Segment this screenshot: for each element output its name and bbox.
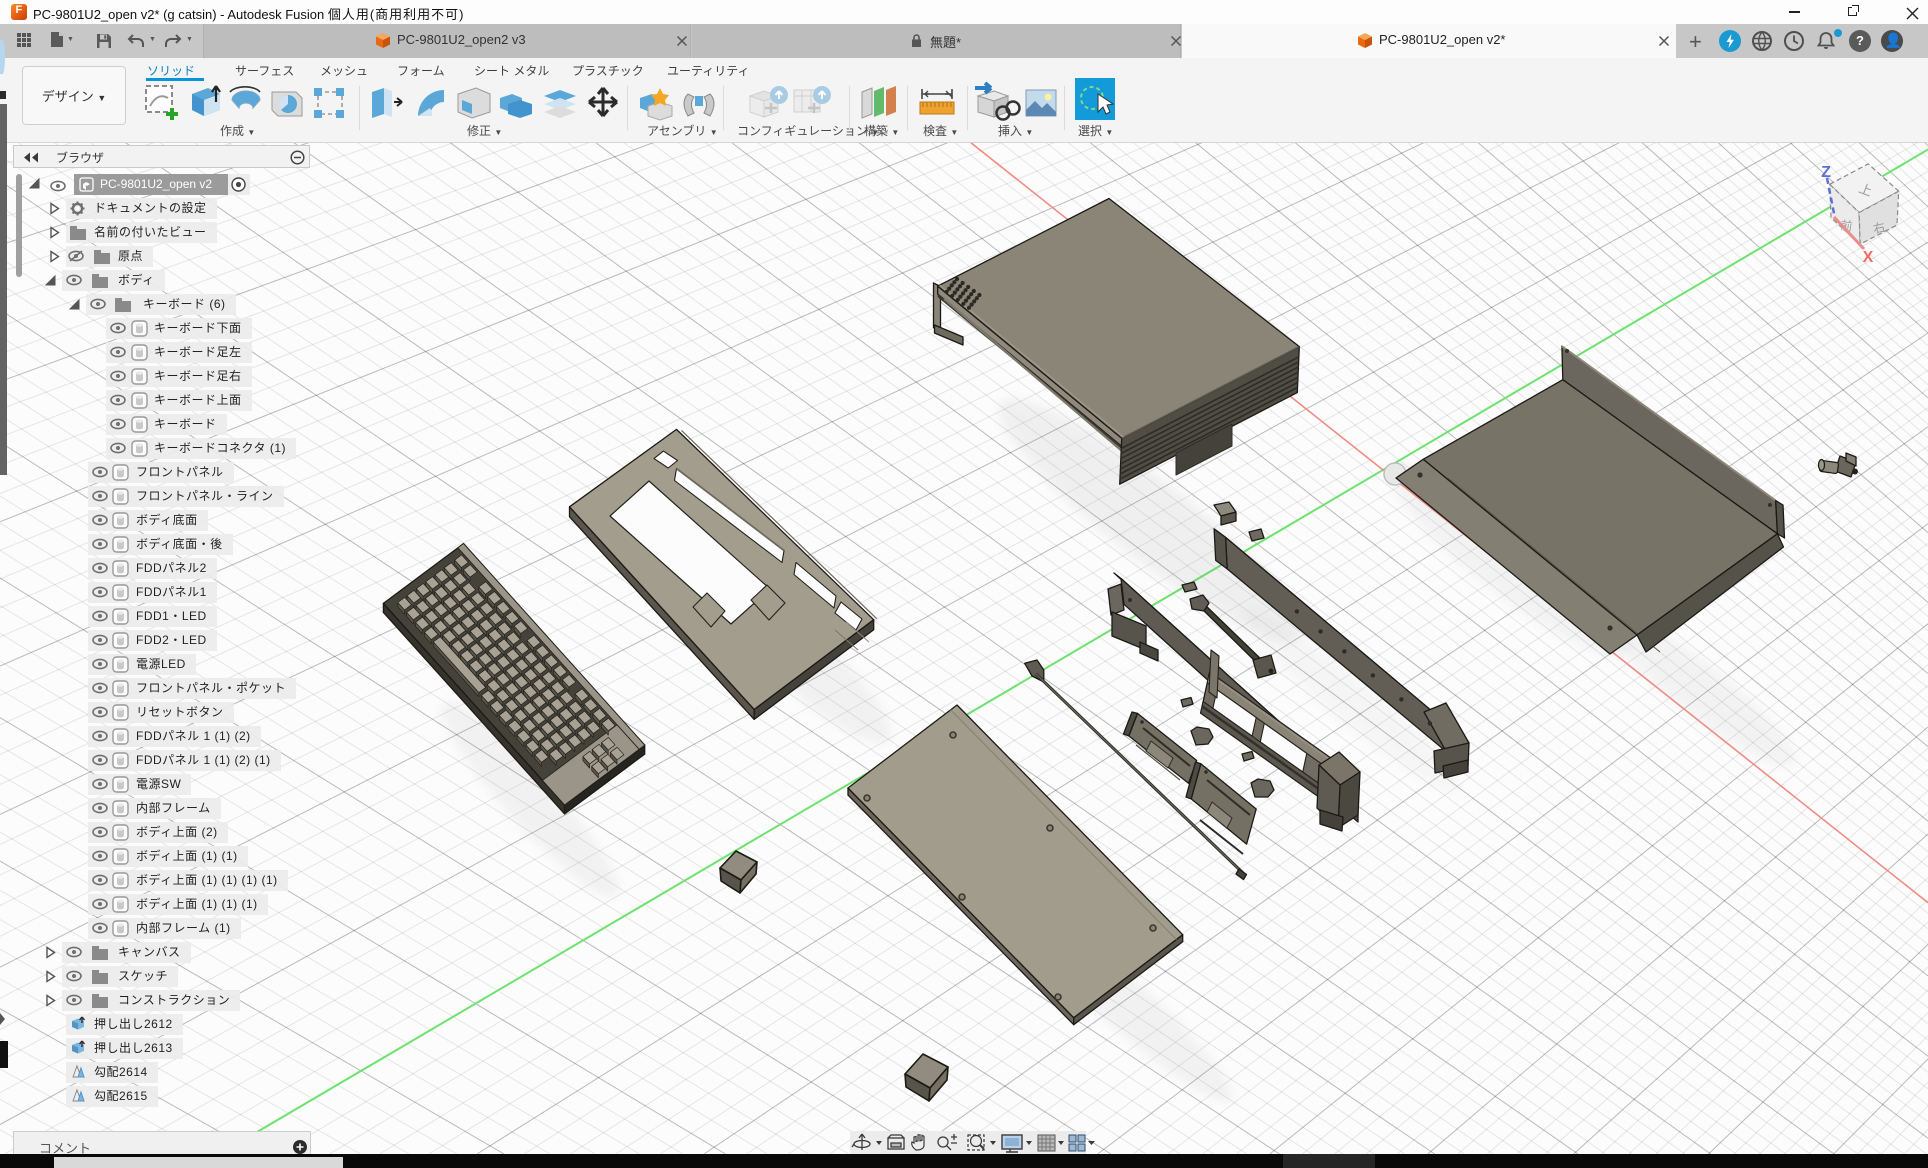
svg-text:X: X bbox=[1863, 249, 1874, 266]
svg-text:Z: Z bbox=[1821, 164, 1831, 181]
